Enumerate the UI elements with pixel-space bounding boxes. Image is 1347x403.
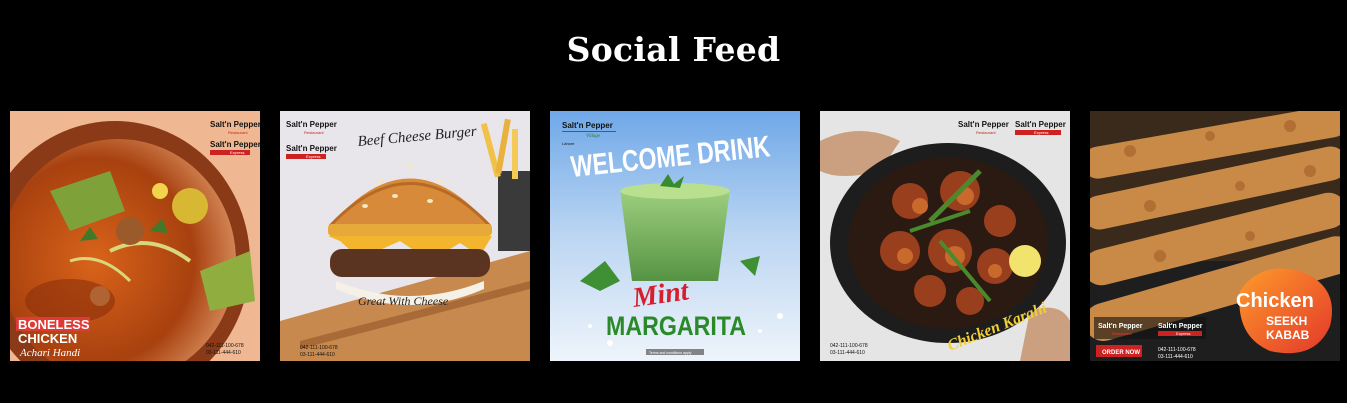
social-post-seekh-kabab[interactable]: Chicken SEEKH KABAB Salt'n Pepper Restau… xyxy=(1090,111,1340,361)
chicken-karahi-image: Salt'n Pepper Restaurant Salt'n Pepper E… xyxy=(820,111,1070,361)
svg-text:Salt'n Pepper: Salt'n Pepper xyxy=(210,140,260,149)
svg-text:03-111-444-610: 03-111-444-610 xyxy=(1158,354,1193,360)
social-post-achari-handi[interactable]: Salt'n Pepper Restaurant Salt'n Pepper E… xyxy=(10,111,260,361)
svg-text:Salt'n Pepper: Salt'n Pepper xyxy=(210,120,260,129)
svg-text:Express: Express xyxy=(306,154,320,159)
svg-text:Salt'n Pepper: Salt'n Pepper xyxy=(562,121,613,130)
svg-text:MARGARITA: MARGARITA xyxy=(606,311,746,341)
svg-text:SEEKH: SEEKH xyxy=(1266,314,1307,328)
svg-text:Salt'n Pepper: Salt'n Pepper xyxy=(1015,120,1066,129)
svg-text:Salt'n Pepper: Salt'n Pepper xyxy=(1098,323,1143,330)
svg-text:Restaurant: Restaurant xyxy=(1112,331,1132,336)
social-post-beef-cheese-burger[interactable]: Salt'n Pepper Restaurant Salt'n Pepper E… xyxy=(280,111,530,361)
svg-text:BONELESS: BONELESS xyxy=(18,317,90,332)
mint-margarita-image: Salt'n Pepper Village Lahore WELCOME DRI… xyxy=(550,111,800,361)
svg-text:042-111-100-678: 042-111-100-678 xyxy=(830,343,868,349)
svg-text:03-111-444-610: 03-111-444-610 xyxy=(206,350,241,356)
svg-text:Express: Express xyxy=(1176,331,1190,336)
svg-text:Restaurant: Restaurant xyxy=(976,130,996,135)
svg-text:03-111-444-610: 03-111-444-610 xyxy=(830,350,865,356)
svg-text:Achari Handi: Achari Handi xyxy=(19,347,80,359)
burger-image: Salt'n Pepper Restaurant Salt'n Pepper E… xyxy=(280,111,530,361)
svg-text:042-111-100-678: 042-111-100-678 xyxy=(300,345,338,351)
svg-text:042-111-100-678: 042-111-100-678 xyxy=(206,343,244,349)
svg-text:Salt'n Pepper: Salt'n Pepper xyxy=(1158,323,1203,330)
svg-text:Restaurant: Restaurant xyxy=(304,130,324,135)
social-post-chicken-karahi[interactable]: Salt'n Pepper Restaurant Salt'n Pepper E… xyxy=(820,111,1070,361)
svg-text:Chicken: Chicken xyxy=(1236,290,1314,312)
svg-text:Express: Express xyxy=(1034,130,1048,135)
social-feed-grid: Salt'n Pepper Restaurant Salt'n Pepper E… xyxy=(10,111,1340,361)
svg-text:CHICKEN: CHICKEN xyxy=(18,331,77,346)
svg-text:Express: Express xyxy=(230,150,244,155)
svg-text:Terms and conditions apply: Terms and conditions apply xyxy=(649,351,692,355)
svg-text:ORDER NOW: ORDER NOW xyxy=(1102,350,1140,356)
svg-text:Salt'n Pepper: Salt'n Pepper xyxy=(286,144,337,153)
restaurant-logo: Salt'n Pepper Restaurant Salt'n Pepper E… xyxy=(1094,317,1206,339)
svg-text:03-111-444-610: 03-111-444-610 xyxy=(300,352,335,358)
svg-text:Salt'n Pepper: Salt'n Pepper xyxy=(958,120,1009,129)
achari-handi-image: Salt'n Pepper Restaurant Salt'n Pepper E… xyxy=(10,111,260,361)
page-title: Social Feed xyxy=(566,30,781,69)
svg-text:Restaurant: Restaurant xyxy=(228,130,248,135)
svg-text:Village: Village xyxy=(586,134,601,139)
svg-text:042-111-100-678: 042-111-100-678 xyxy=(1158,347,1196,353)
svg-text:Lahore: Lahore xyxy=(562,141,575,146)
svg-text:KABAB: KABAB xyxy=(1266,328,1310,342)
svg-text:Salt'n Pepper: Salt'n Pepper xyxy=(286,120,337,129)
seekh-kabab-image: Chicken SEEKH KABAB Salt'n Pepper Restau… xyxy=(1090,111,1340,361)
svg-text:Great With Cheese: Great With Cheese xyxy=(358,294,449,308)
social-post-mint-margarita[interactable]: Salt'n Pepper Village Lahore WELCOME DRI… xyxy=(550,111,800,361)
